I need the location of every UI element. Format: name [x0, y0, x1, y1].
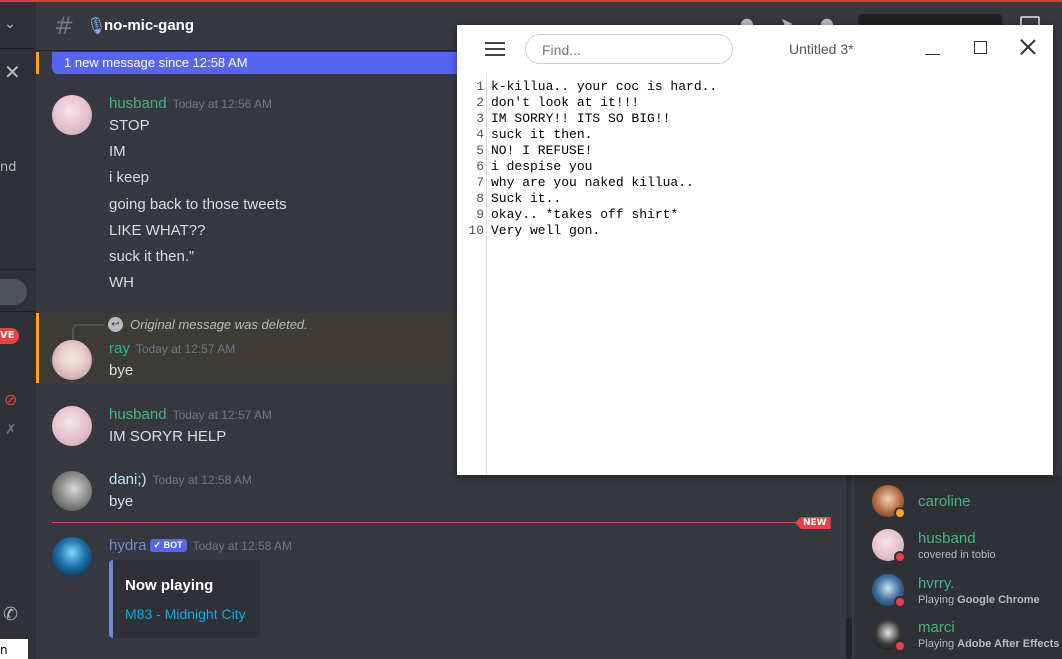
editor-line[interactable]: IM SORRY!! ITS SO BIG!! — [491, 111, 670, 127]
message-text: WH — [109, 274, 134, 291]
message-header: dani;) Today at 12:58 AM — [109, 471, 252, 488]
editor-line[interactable]: k-killua.. your coc is hard.. — [491, 79, 717, 95]
message-text: STOP — [109, 117, 150, 134]
member-item[interactable]: hvrry. Playing Google Chrome — [872, 574, 1062, 614]
timestamp: Today at 12:57 AM — [135, 342, 236, 356]
embed-title: Now playing — [125, 577, 214, 594]
partial-input-text: n — [0, 643, 8, 657]
avatar[interactable] — [52, 471, 92, 511]
message-text: i keep — [109, 169, 150, 186]
unread-indicator — [36, 52, 39, 74]
idle-status-icon — [894, 507, 906, 519]
activity-name: Adobe After Effects — [957, 638, 1060, 650]
message-header: husband Today at 12:57 AM — [109, 406, 272, 423]
close-icon[interactable] — [1020, 39, 1036, 55]
member-name: caroline — [918, 493, 971, 510]
disconnect-call-icon[interactable]: ✆ — [3, 604, 18, 625]
maximize-icon[interactable] — [974, 41, 987, 54]
member-name: hvrry. — [918, 575, 955, 592]
message-header: hydra ✓ BOT Today at 12:58 AM — [109, 537, 292, 554]
timestamp: Today at 12:56 AM — [172, 97, 272, 111]
username[interactable]: husband — [109, 406, 167, 423]
chevron-down-icon[interactable]: ⌄ — [4, 16, 16, 32]
username[interactable]: dani;) — [109, 471, 147, 488]
channel-name: no-mic-gang — [104, 17, 194, 34]
partial-toggle[interactable] — [0, 279, 27, 305]
editor-line[interactable]: Suck it.. — [491, 191, 561, 207]
divider — [0, 269, 36, 270]
dnd-status-icon — [894, 551, 906, 563]
message-text: IM SORYR HELP — [109, 428, 227, 445]
avatar[interactable] — [52, 340, 92, 380]
find-input[interactable] — [540, 41, 724, 59]
member-name: husband — [918, 530, 976, 547]
channel-sidebar-edge: ⌄ ✕ nd VE ⊘ ✗ ✆ n — [0, 2, 36, 659]
editor-line[interactable]: NO! I REFUSE! — [491, 143, 592, 159]
window-title: Untitled 3* — [789, 41, 854, 57]
minimize-icon[interactable] — [925, 54, 940, 55]
partial-channel-text: nd — [0, 160, 17, 175]
member-activity: Playing Adobe After Effects — [918, 638, 1059, 650]
avatar[interactable] — [52, 537, 92, 577]
reply-preview[interactable]: Original message was deleted. — [130, 317, 308, 332]
reply-icon: ↩ — [108, 317, 123, 332]
editor-line[interactable]: suck it then. — [491, 127, 592, 143]
username[interactable]: husband — [109, 95, 167, 112]
member-item[interactable]: caroline — [872, 485, 1062, 525]
message-text: bye — [109, 493, 134, 510]
member-name: marci — [918, 619, 955, 636]
embed-link[interactable]: M83 - Midnight City — [125, 606, 246, 622]
message-text: IM — [109, 143, 126, 160]
username[interactable]: hydra — [109, 537, 147, 554]
activity-name: Google Chrome — [957, 594, 1040, 606]
dnd-status-icon — [894, 596, 906, 608]
divider — [0, 311, 36, 312]
partial-input[interactable]: n — [0, 639, 28, 659]
scrollbar-thumb[interactable] — [846, 617, 852, 659]
member-list: caroline husband covered in tobio hvrry.… — [854, 476, 1062, 659]
bot-badge: ✓ BOT — [149, 539, 187, 552]
new-tag: NEW — [795, 517, 831, 529]
editor-line[interactable]: Very well gon. — [491, 223, 600, 239]
notepad-window: Untitled 3* 1 2 3 4 5 6 7 8 9 10 k-killu… — [457, 25, 1053, 475]
avatar[interactable] — [52, 406, 92, 446]
message-text: going back to those tweets — [109, 196, 287, 213]
new-messages-banner[interactable]: 1 new message since 12:58 AM — [52, 52, 472, 74]
close-icon[interactable]: ✕ — [4, 60, 21, 84]
live-badge: VE — [0, 328, 19, 344]
hashtag-icon: # — [54, 12, 75, 40]
divider — [0, 48, 36, 49]
notepad-titlebar: Untitled 3* — [457, 25, 1053, 74]
member-item[interactable]: marci Playing Adobe After Effects — [872, 618, 1062, 658]
editor-line[interactable]: don't look at it!!! — [491, 95, 639, 111]
message-text: suck it then.” — [109, 248, 195, 265]
message-header: husband Today at 12:56 AM — [109, 95, 272, 112]
text-editor[interactable]: k-killua.. your coc is hard.. don't look… — [457, 74, 1023, 475]
activity-prefix: Playing — [918, 594, 958, 606]
member-status-text: covered in tobio — [918, 549, 996, 561]
timestamp: Today at 12:57 AM — [172, 408, 272, 422]
username[interactable]: ray — [109, 340, 130, 357]
reply-connector — [72, 324, 104, 340]
mute-icon[interactable]: ⊘ — [4, 390, 17, 409]
editor-line[interactable]: i despise you — [491, 159, 592, 175]
message-text: bye — [109, 362, 134, 379]
dnd-status-icon — [894, 640, 906, 652]
member-item[interactable]: husband covered in tobio — [872, 529, 1062, 569]
deafen-icon[interactable]: ✗ — [5, 422, 17, 438]
timestamp: Today at 12:58 AM — [152, 473, 252, 487]
message-header: ray Today at 12:57 AM — [109, 340, 235, 357]
new-messages-divider — [52, 522, 827, 523]
editor-line[interactable]: okay.. *takes off shirt* — [491, 207, 678, 223]
find-field[interactable] — [525, 34, 733, 64]
avatar[interactable] — [52, 95, 92, 135]
activity-prefix: Playing — [918, 638, 958, 650]
message-text: LIKE WHAT?? — [109, 222, 206, 239]
editor-line[interactable]: why are you naked killua.. — [491, 175, 694, 191]
timestamp: Today at 12:58 AM — [192, 539, 292, 553]
member-activity: Playing Google Chrome — [918, 594, 1040, 606]
now-playing-embed: Now playing M83 - Midnight City — [109, 560, 260, 638]
hamburger-menu-icon[interactable] — [485, 42, 505, 56]
